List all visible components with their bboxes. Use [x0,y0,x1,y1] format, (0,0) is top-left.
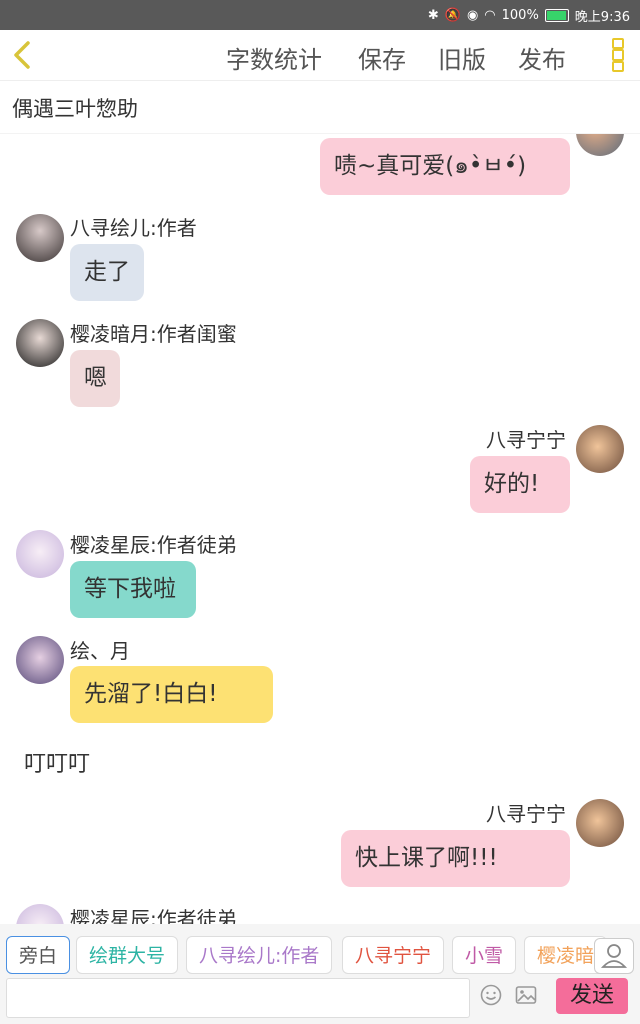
sender-name: 八寻宁宁 [486,802,566,826]
message-bubble[interactable]: 啧~真可爱(๑•̀ㅂ•́) [320,138,570,195]
battery-icon [544,9,569,22]
avatar[interactable] [16,904,64,924]
role-tab[interactable]: 八寻绘儿:作者 [186,936,333,974]
story-title: 偶遇三叶惣助 [12,97,138,121]
avatar[interactable] [576,134,624,156]
avatar[interactable] [16,214,64,262]
status-bar: ✱ 🔕 ◉ ◠ 100% 晚上9:36 [0,0,640,30]
message-input-bar: 发送 [0,976,640,1024]
sender-name: 八寻绘儿:作者 [70,216,197,240]
sender-name: 八寻宁宁 [486,428,566,452]
message-input[interactable] [6,978,470,1018]
sender-name: 樱凌星辰:作者徒弟 [70,907,237,924]
battery-percent: 100% [501,8,539,23]
avatar[interactable] [576,799,624,847]
save-button[interactable]: 保存 [358,40,406,75]
mute-icon: 🔕 [444,8,461,23]
old-version-button[interactable]: 旧版 [438,40,486,75]
role-tab-narration[interactable]: 旁白 [6,936,71,974]
avatar[interactable] [16,636,64,684]
role-tab[interactable]: 小雪 [452,936,517,974]
role-tab[interactable]: 八寻宁宁 [342,936,445,974]
bluetooth-icon: ✱ [427,8,439,23]
more-menu-icon[interactable] [612,38,624,72]
message-bubble[interactable]: 快上课了啊!!! [341,830,570,887]
word-count-button[interactable]: 字数统计 [226,40,322,75]
eye-icon: ◉ [466,8,479,23]
message-bubble[interactable]: 先溜了!白白! [70,666,273,723]
image-icon[interactable] [515,984,537,1006]
avatar[interactable] [576,425,624,473]
narration-text[interactable]: 叮叮叮 [24,746,90,778]
emoji-icon[interactable] [480,984,502,1006]
message-bubble[interactable]: 走了 [70,244,144,301]
story-title-bar[interactable]: 偶遇三叶惣助 [0,81,640,134]
message-bubble[interactable]: 等下我啦 [70,561,196,618]
clock: 晚上9:36 [574,10,630,25]
back-arrow-icon[interactable] [10,40,34,70]
wifi-icon: ◠ [484,8,496,23]
role-tab[interactable]: 绘群大号 [76,936,179,974]
message-bubble[interactable]: 好的! [470,456,570,513]
sender-name: 绘、月 [70,639,130,663]
sender-name: 樱凌星辰:作者徒弟 [70,533,237,557]
avatar[interactable] [16,319,64,367]
editor-toolbar: 字数统计 保存 旧版 发布 [0,30,640,81]
chat-area[interactable]: 啧~真可爱(๑•̀ㅂ•́) 八寻绘儿:作者 走了 樱凌暗月:作者闺蜜 嗯 八寻宁… [0,134,640,924]
message-bubble[interactable]: 嗯 [70,350,120,407]
role-selector-bar: 旁白 绘群大号 八寻绘儿:作者 八寻宁宁 小雪 樱凌暗 [0,924,640,976]
publish-button[interactable]: 发布 [518,40,566,75]
send-button[interactable]: 发送 [556,978,628,1014]
avatar[interactable] [16,530,64,578]
sender-name: 樱凌暗月:作者闺蜜 [70,322,237,346]
user-icon[interactable] [594,938,634,974]
